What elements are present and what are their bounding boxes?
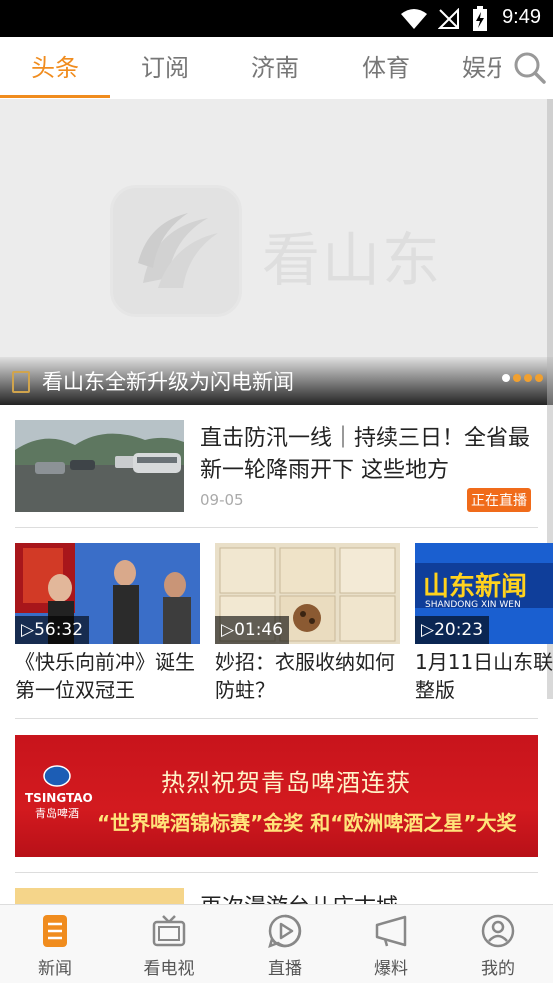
nav-label: 新闻 — [38, 959, 72, 979]
tab-headlines[interactable]: 头条 — [0, 37, 110, 99]
video-duration: ▷20:23 — [415, 616, 490, 644]
svg-text:山东新闻: 山东新闻 — [423, 571, 527, 602]
nav-label: 我的 — [481, 959, 515, 979]
video-thumbnail: ▷56:32 — [15, 543, 200, 644]
video-card[interactable]: ▷01:46 妙招：衣服收纳如何防蛀？ — [215, 543, 400, 704]
list-item[interactable]: 直击防汛一线｜持续三日！全省最新一轮降雨开下 这些地方 09-05 正在直播 — [0, 405, 553, 527]
video-thumbnail: 山东新闻 SHANDONG XIN WEN ▷20:23 — [415, 543, 553, 644]
search-icon — [514, 52, 546, 84]
ad-banner[interactable]: TSINGTAO 青岛啤酒 热烈祝贺青岛啤酒连获 “世界啤酒锦标赛”金奖 和“欧… — [15, 735, 538, 857]
news-date: 09-05 — [200, 491, 244, 509]
article-icon — [12, 371, 30, 393]
brand-name-cn: 青岛啤酒 — [35, 807, 79, 820]
video-title: 1月11日山东联播完整版 — [415, 650, 553, 702]
banner-logo-text: 看山东 — [262, 226, 443, 294]
app-logo — [110, 185, 242, 317]
battery-icon — [473, 6, 487, 31]
swirl-logo-icon — [138, 213, 218, 288]
status-bar: 9:49 — [0, 0, 553, 37]
nav-tips[interactable]: 爆料 — [336, 905, 446, 984]
video-card[interactable]: 山东新闻 SHANDONG XIN WEN ▷20:23 1月11日山东联播完整… — [415, 543, 553, 704]
carousel-dots — [499, 367, 543, 386]
carousel-dot — [502, 374, 510, 382]
tab-jinan[interactable]: 济南 — [220, 37, 330, 99]
megaphone-icon — [375, 915, 407, 947]
ad-subline: “世界啤酒锦标赛”金奖 和“欧洲啤酒之星”大奖 — [97, 811, 517, 835]
search-button[interactable] — [501, 37, 553, 99]
news-icon — [43, 915, 67, 947]
live-badge: 正在直播 — [467, 488, 531, 512]
divider — [15, 718, 538, 719]
carousel-dot — [524, 374, 532, 382]
news-title: 直击防汛一线｜持续三日！全省最新一轮降雨开下 这些地方 — [200, 426, 531, 483]
bottom-navigation: 新闻 看电视 直播 爆料 我的 — [0, 904, 553, 983]
video-row: ▷56:32 《快乐向前冲》诞生第一位双冠王 ▷01:46 妙招：衣服收纳如何防… — [0, 528, 553, 718]
tab-sports[interactable]: 体育 — [331, 37, 441, 99]
wifi-icon — [401, 9, 427, 29]
video-title: 妙招：衣服收纳如何防蛀？ — [215, 650, 395, 702]
no-signal-icon — [438, 8, 459, 29]
brand-logo: TSINGTAO 青岛啤酒 — [25, 765, 93, 821]
headline-banner[interactable]: 看山东 看山东全新升级为闪电新闻 — [0, 99, 553, 405]
video-duration: ▷01:46 — [215, 616, 290, 644]
banner-caption: 看山东全新升级为闪电新闻 — [42, 370, 294, 394]
nav-tv[interactable]: 看电视 — [114, 905, 224, 984]
nav-label: 看电视 — [143, 959, 195, 979]
clock: 9:49 — [502, 6, 541, 28]
video-duration: ▷56:32 — [15, 616, 90, 644]
tsingtao-emblem-icon — [43, 765, 71, 787]
rainy-road-image — [15, 420, 184, 512]
user-icon — [481, 914, 515, 948]
ad-headline: 热烈祝贺青岛啤酒连获 — [161, 769, 411, 797]
news-thumbnail — [15, 420, 184, 512]
channel-tabs: 头条 订阅 济南 体育 娱乐 — [0, 37, 553, 99]
nav-live[interactable]: 直播 — [230, 905, 340, 984]
nav-label: 直播 — [268, 959, 302, 979]
tv-icon — [152, 915, 186, 947]
video-title: 《快乐向前冲》诞生第一位双冠王 — [15, 650, 195, 702]
svg-text:SHANDONG XIN WEN: SHANDONG XIN WEN — [425, 600, 521, 610]
carousel-dot — [535, 374, 543, 382]
nav-label: 爆料 — [374, 959, 408, 979]
video-card[interactable]: ▷56:32 《快乐向前冲》诞生第一位双冠王 — [15, 543, 200, 704]
nav-news[interactable]: 新闻 — [0, 905, 110, 984]
active-tab-indicator — [0, 95, 110, 98]
carousel-dot — [513, 374, 521, 382]
video-thumbnail: ▷01:46 — [215, 543, 400, 644]
nav-profile[interactable]: 我的 — [443, 905, 553, 984]
brand-name-en: TSINGTAO — [25, 791, 93, 805]
tab-subscribe[interactable]: 订阅 — [110, 37, 220, 99]
play-circle-icon — [268, 914, 302, 949]
